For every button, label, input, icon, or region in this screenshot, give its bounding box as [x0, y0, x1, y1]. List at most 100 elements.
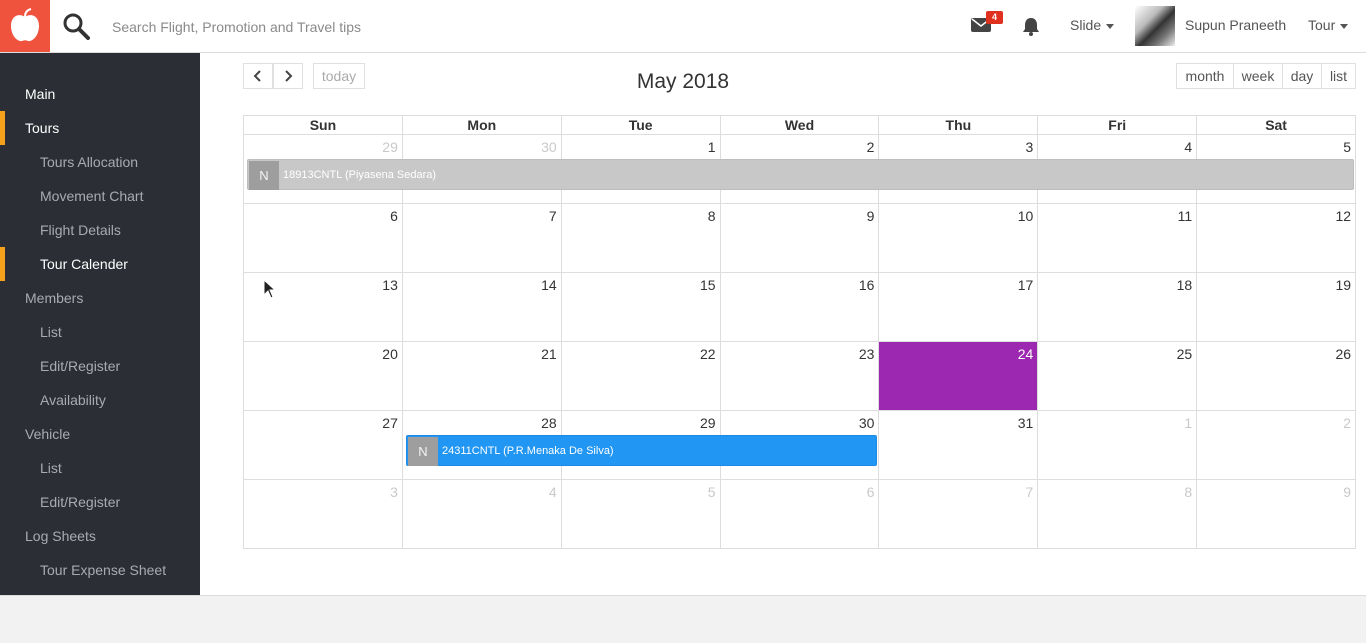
- sidebar-item-members-list[interactable]: List: [0, 315, 200, 349]
- day-number[interactable]: 12: [1335, 208, 1351, 224]
- day-number[interactable]: 3: [1026, 139, 1034, 155]
- day-number[interactable]: 1: [708, 139, 716, 155]
- view-list-button[interactable]: list: [1321, 63, 1356, 89]
- tour-dropdown[interactable]: Tour: [1308, 17, 1349, 33]
- day-number[interactable]: 23: [859, 346, 875, 362]
- calendar-day-cell[interactable]: 8: [1037, 480, 1196, 548]
- day-number[interactable]: 28: [541, 415, 557, 431]
- calendar-day-cell[interactable]: 1: [1037, 411, 1196, 479]
- calendar-day-cell[interactable]: 6: [719, 480, 879, 548]
- view-month-button[interactable]: month: [1176, 63, 1234, 89]
- calendar-event[interactable]: N 18913CNTL (Piyasena Sedara): [247, 159, 1354, 190]
- calendar-day-cell[interactable]: 9: [1196, 480, 1355, 548]
- day-number[interactable]: 7: [549, 208, 557, 224]
- day-number[interactable]: 7: [1026, 484, 1034, 500]
- day-number[interactable]: 6: [390, 208, 398, 224]
- calendar-day-cell[interactable]: 7: [401, 204, 561, 272]
- sidebar-item-vehicle-list[interactable]: List: [0, 451, 200, 485]
- calendar-day-cell[interactable]: 25: [1037, 342, 1196, 410]
- day-number[interactable]: 17: [1018, 277, 1034, 293]
- sidebar-item-members-edit-register[interactable]: Edit/Register: [0, 349, 200, 383]
- sidebar-item-log-sheets[interactable]: Log Sheets: [0, 519, 200, 553]
- day-number[interactable]: 2: [867, 139, 875, 155]
- sidebar-item-flight-details[interactable]: Flight Details: [0, 213, 200, 247]
- calendar-day-cell[interactable]: 24: [878, 342, 1038, 410]
- day-number[interactable]: 8: [1184, 484, 1192, 500]
- day-number[interactable]: 14: [541, 277, 557, 293]
- calendar-day-cell[interactable]: 4: [401, 480, 561, 548]
- calendar-day-cell[interactable]: 7: [878, 480, 1037, 548]
- sidebar-item-vehicle-edit-register[interactable]: Edit/Register: [0, 485, 200, 519]
- day-number[interactable]: 5: [708, 484, 716, 500]
- calendar-day-cell[interactable]: 2: [1196, 411, 1355, 479]
- sidebar-item-movement-chart[interactable]: Movement Chart: [0, 179, 200, 213]
- sidebar-item-tours-allocation[interactable]: Tours Allocation: [0, 145, 200, 179]
- calendar-day-cell[interactable]: 6: [244, 204, 402, 272]
- calendar-day-cell[interactable]: 10: [878, 204, 1037, 272]
- day-number[interactable]: 24: [1018, 346, 1034, 362]
- day-number[interactable]: 3: [390, 484, 398, 500]
- calendar-day-cell[interactable]: 26: [1196, 342, 1355, 410]
- day-number[interactable]: 31: [1018, 415, 1034, 431]
- day-number[interactable]: 25: [1177, 346, 1193, 362]
- calendar-day-cell[interactable]: 21: [401, 342, 561, 410]
- day-number[interactable]: 29: [382, 139, 398, 155]
- view-week-button[interactable]: week: [1233, 63, 1283, 89]
- sidebar-item-tour-calender[interactable]: Tour Calender: [0, 247, 200, 281]
- day-number[interactable]: 9: [867, 208, 875, 224]
- day-number[interactable]: 21: [541, 346, 557, 362]
- calendar-day-cell[interactable]: 22: [560, 342, 720, 410]
- calendar-event[interactable]: N 24311CNTL (P.R.Menaka De Silva): [406, 435, 877, 466]
- slide-dropdown[interactable]: Slide: [1070, 17, 1115, 33]
- day-number[interactable]: 4: [549, 484, 557, 500]
- day-number[interactable]: 11: [1178, 208, 1193, 224]
- day-number[interactable]: 4: [1184, 139, 1192, 155]
- calendar-day-cell[interactable]: 23: [719, 342, 879, 410]
- day-number[interactable]: 19: [1335, 277, 1351, 293]
- day-number[interactable]: 5: [1343, 139, 1351, 155]
- day-number[interactable]: 26: [1335, 346, 1351, 362]
- sidebar-item-availability[interactable]: Availability: [0, 383, 200, 417]
- calendar-day-cell[interactable]: 16: [719, 273, 879, 341]
- day-number[interactable]: 15: [700, 277, 716, 293]
- day-number[interactable]: 13: [382, 277, 398, 293]
- day-number[interactable]: 20: [382, 346, 398, 362]
- day-number[interactable]: 18: [1177, 277, 1193, 293]
- calendar-day-cell[interactable]: 19: [1196, 273, 1355, 341]
- calendar-day-cell[interactable]: 8: [560, 204, 720, 272]
- calendar-day-cell[interactable]: 18: [1037, 273, 1196, 341]
- avatar[interactable]: [1135, 6, 1175, 46]
- calendar-day-cell[interactable]: 14: [401, 273, 561, 341]
- day-number[interactable]: 16: [859, 277, 875, 293]
- day-number[interactable]: 8: [708, 208, 716, 224]
- day-number[interactable]: 10: [1018, 208, 1034, 224]
- search-icon[interactable]: [62, 12, 90, 40]
- calendar-day-cell[interactable]: 15: [560, 273, 720, 341]
- day-number[interactable]: 29: [700, 415, 716, 431]
- calendar-day-cell[interactable]: 20: [244, 342, 402, 410]
- calendar-day-cell[interactable]: 9: [719, 204, 879, 272]
- day-number[interactable]: 27: [382, 415, 398, 431]
- app-logo[interactable]: [0, 0, 50, 52]
- day-number[interactable]: 2: [1343, 415, 1351, 431]
- day-number[interactable]: 22: [700, 346, 716, 362]
- calendar-day-cell[interactable]: 27: [244, 411, 402, 479]
- sidebar-item-vehicle[interactable]: Vehicle: [0, 417, 200, 451]
- calendar-day-cell[interactable]: 17: [878, 273, 1037, 341]
- view-day-button[interactable]: day: [1282, 63, 1322, 89]
- calendar-day-cell[interactable]: 31: [878, 411, 1037, 479]
- sidebar-item-tour-expense-sheet[interactable]: Tour Expense Sheet: [0, 553, 200, 587]
- bell-icon[interactable]: [1021, 16, 1041, 36]
- day-number[interactable]: 1: [1184, 415, 1192, 431]
- sidebar-item-members[interactable]: Members: [0, 281, 200, 315]
- day-number[interactable]: 30: [541, 139, 557, 155]
- day-number[interactable]: 9: [1343, 484, 1351, 500]
- calendar-day-cell[interactable]: 12: [1196, 204, 1355, 272]
- sidebar-item-tours[interactable]: Tours: [0, 111, 200, 145]
- calendar-day-cell[interactable]: 11: [1037, 204, 1196, 272]
- day-number[interactable]: 6: [867, 484, 875, 500]
- calendar-day-cell[interactable]: 3: [244, 480, 402, 548]
- search-input[interactable]: [112, 14, 612, 40]
- user-name[interactable]: Supun Praneeth: [1185, 17, 1286, 33]
- day-number[interactable]: 30: [859, 415, 875, 431]
